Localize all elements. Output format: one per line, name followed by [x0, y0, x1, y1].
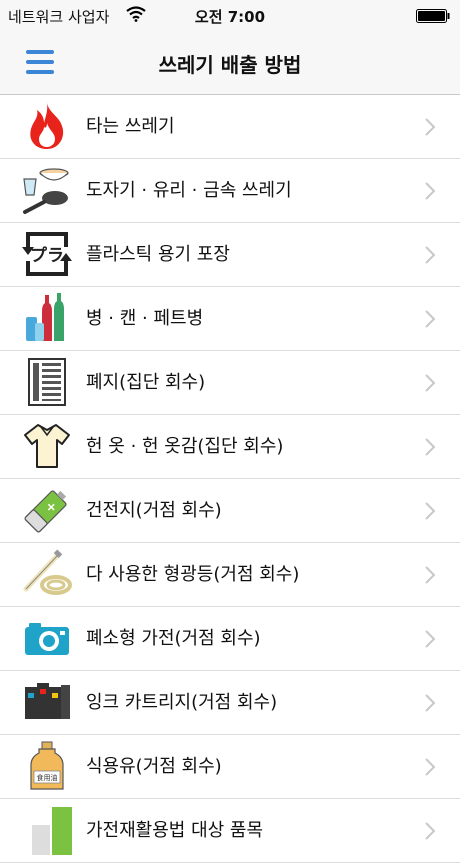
battery-status-icon [416, 9, 450, 23]
list-item-label: 폐지(집단 회수) [86, 372, 206, 393]
list-item-burnable[interactable]: 타는 쓰레기 [0, 95, 460, 159]
list-item-waste-paper[interactable]: 폐지(집단 회수) [0, 351, 460, 415]
chevron-right-icon [425, 246, 435, 264]
list-item-bottles-cans[interactable]: 병 · 캔 · 페트병 [0, 287, 460, 351]
list-item-old-clothes[interactable]: 헌 옷 · 헌 옷감(집단 회수) [0, 415, 460, 479]
list-item-label: 병 · 캔 · 페트병 [86, 308, 204, 329]
chevron-right-icon [425, 118, 435, 136]
chevron-right-icon [425, 822, 435, 840]
chevron-right-icon [425, 182, 435, 200]
dishes-pan-icon [23, 168, 69, 214]
chevron-right-icon [425, 630, 435, 648]
plastic-recycle-icon: プラ [22, 232, 72, 276]
chevron-right-icon [425, 566, 435, 584]
status-bar: 네트워크 사업자 오전 7:00 [0, 0, 460, 32]
clock: 오전 7:00 [194, 8, 266, 26]
list-item-cooking-oil[interactable]: 食用油 식용유(거점 회수) [0, 735, 460, 799]
oil-label-text: 食用油 [37, 773, 58, 782]
list-item-label: 타는 쓰레기 [86, 116, 175, 137]
shirt-icon [24, 424, 70, 468]
category-list: 타는 쓰레기 도자기 · 유리 · 금속 쓰레기 プラ 플라스틱 용기 포장 병… [0, 95, 460, 863]
flame-icon [30, 103, 64, 149]
list-item-label: 도자기 · 유리 · 금속 쓰레기 [86, 180, 292, 201]
newspaper-icon [28, 358, 66, 406]
list-item-label: 가전재활용법 대상 품목 [86, 820, 264, 841]
fluorescent-lamp-icon [23, 549, 72, 595]
chevron-right-icon [425, 758, 435, 776]
list-item-label: 플라스틱 용기 포장 [86, 244, 230, 265]
battery-icon: + [24, 490, 67, 533]
list-item-ink-cartridges[interactable]: 잉크 카트리지(거점 회수) [0, 671, 460, 735]
list-item-fluorescent-lamps[interactable]: 다 사용한 형광등(거점 회수) [0, 543, 460, 607]
list-item-label: 헌 옷 · 헌 옷감(집단 회수) [86, 436, 284, 457]
chevron-right-icon [425, 374, 435, 392]
chevron-right-icon [425, 694, 435, 712]
list-item-label: 다 사용한 형광등(거점 회수) [86, 564, 300, 585]
list-item-label: 식용유(거점 회수) [86, 756, 222, 777]
camera-icon [25, 623, 69, 655]
list-item-ceramics-glass-metal[interactable]: 도자기 · 유리 · 금속 쓰레기 [0, 159, 460, 223]
ink-cartridge-icon [25, 683, 70, 719]
list-item-label: 건전지(거점 회수) [86, 500, 222, 521]
list-item-plastic-packaging[interactable]: プラ 플라스틱 용기 포장 [0, 223, 460, 287]
chevron-right-icon [425, 502, 435, 520]
oil-bottle-icon: 食用油 [30, 741, 64, 790]
page-title: 쓰레기 배출 방법 [158, 53, 302, 77]
list-item-appliance-recycling[interactable]: 가전재활용법 대상 품목 [0, 799, 460, 863]
list-item-small-appliances[interactable]: 폐소형 가전(거점 회수) [0, 607, 460, 671]
appliance-icon [32, 807, 72, 855]
bottles-icon [26, 293, 64, 341]
chevron-right-icon [425, 310, 435, 328]
svg-text:プラ: プラ [30, 245, 64, 266]
list-item-label: 폐소형 가전(거점 회수) [86, 628, 261, 649]
chevron-right-icon [425, 438, 435, 456]
list-item-label: 잉크 카트리지(거점 회수) [86, 692, 278, 713]
nav-bar: 쓰레기 배출 방법 [0, 32, 460, 95]
list-item-batteries[interactable]: + 건전지(거점 회수) [0, 479, 460, 543]
